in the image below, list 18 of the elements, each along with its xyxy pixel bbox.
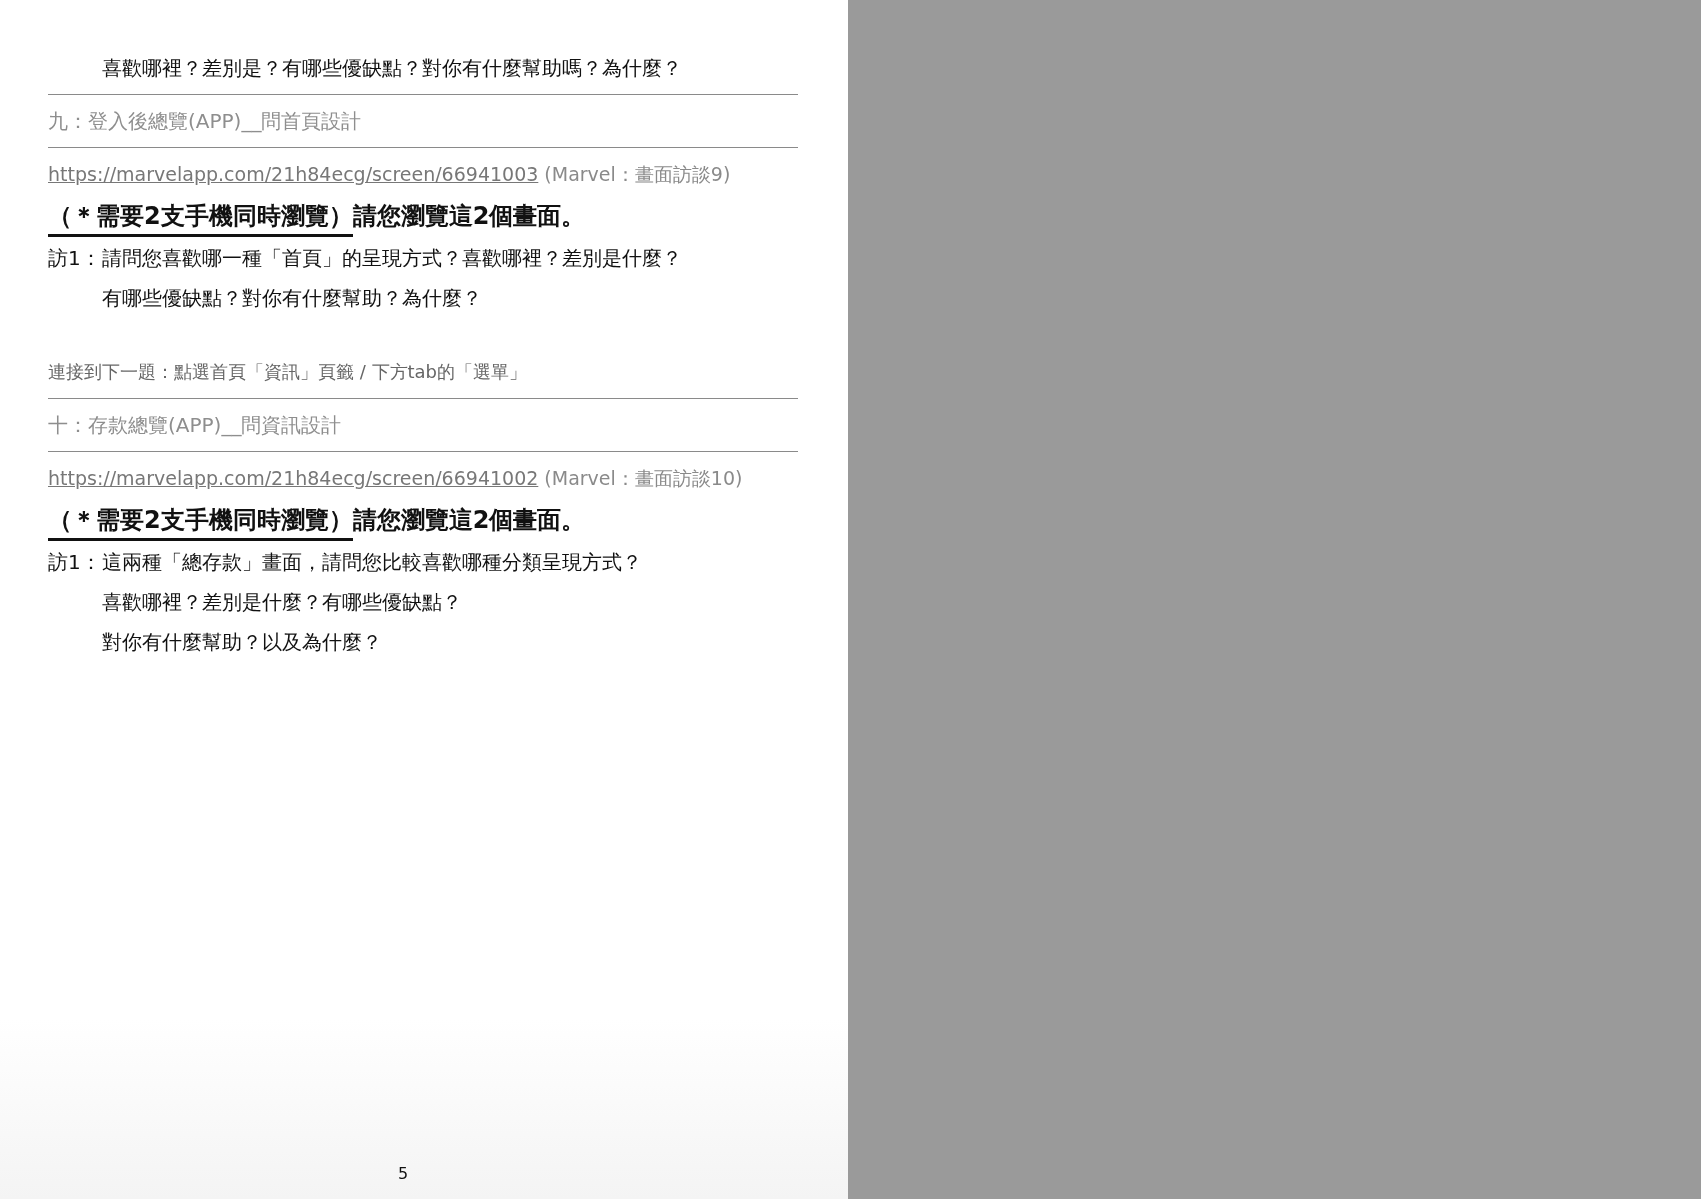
question-text: 請問您喜歡哪一種「首頁」的呈現方式？喜歡哪裡？差別是什麼？ (102, 245, 683, 272)
section-title: 十：存款總覽(APP)__問資訊設計 (48, 412, 343, 439)
question-text: 喜歡哪裡？差別是什麼？有哪些優缺點？ (102, 589, 463, 616)
next-question-note: 連接到下一題：點選首頁「資訊」頁籤 / 下方tab的「選單」 (48, 360, 529, 384)
question-text: 這兩種「總存款」畫面，請問您比較喜歡哪種分類呈現方式？ (102, 549, 643, 576)
link-note: (Marvel：畫面訪談10) (544, 466, 743, 491)
question-label: 訪1： (48, 549, 102, 576)
instruction-text: （＊需要2支手機同時瀏覽）請您瀏覽這2個畫面。 (48, 498, 798, 542)
link-note: (Marvel：畫面訪談9) (544, 162, 731, 187)
link[interactable]: https://marvelapp.com/21h84ecg/screen/66941003 (48, 154, 539, 194)
question-text: 對你有什麼幫助？以及為什麼？ (102, 629, 383, 656)
instruction-text: （＊需要2支手機同時瀏覽）請您瀏覽這2個畫面。 (48, 194, 798, 238)
question-text: 喜歡哪裡？差別是？有哪些優缺點？對你有什麼幫助嗎？為什麼？ (101, 55, 683, 82)
section-title: 九：登入後總覽(APP)__問首頁設計 (48, 108, 363, 135)
link[interactable]: https://marvelapp.com/21h84ecg/screen/66941002 (48, 458, 539, 498)
question-label: 訪1： (48, 245, 102, 272)
page-number: 5 (396, 1164, 410, 1185)
question-text: 有哪些優缺點？對你有什麼幫助？為什麼？ (102, 285, 483, 312)
